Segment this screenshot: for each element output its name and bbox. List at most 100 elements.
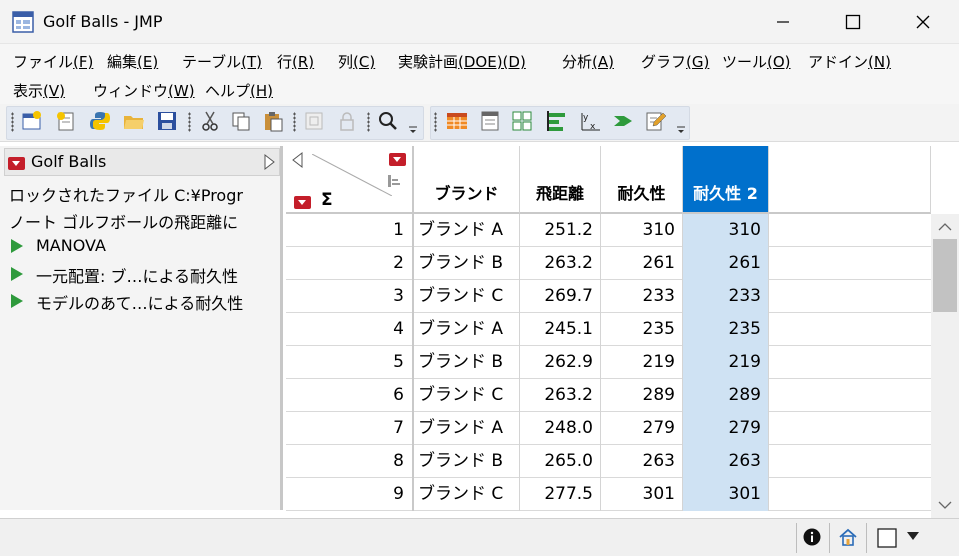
table-row[interactable]: 7 ブランド A 248.0 279 279 bbox=[286, 412, 931, 445]
cell-durability[interactable]: 261 bbox=[601, 247, 683, 280]
cell-durability-2[interactable]: 219 bbox=[683, 346, 769, 379]
open-folder-icon[interactable] bbox=[123, 110, 145, 132]
cell-durability-2[interactable]: 279 bbox=[683, 412, 769, 445]
python-icon[interactable] bbox=[89, 110, 111, 132]
cell-durability-2[interactable]: 301 bbox=[683, 478, 769, 511]
row-number[interactable]: 7 bbox=[286, 412, 414, 445]
row-number[interactable]: 8 bbox=[286, 445, 414, 478]
save-icon[interactable] bbox=[156, 110, 178, 132]
table-row[interactable]: 4 ブランド A 245.1 235 235 bbox=[286, 313, 931, 346]
cell-distance[interactable]: 251.2 bbox=[520, 214, 601, 247]
menu-window[interactable]: ウィンドウ(W) bbox=[93, 80, 195, 101]
cell-durability[interactable]: 235 bbox=[601, 313, 683, 346]
cell-durability-2[interactable]: 261 bbox=[683, 247, 769, 280]
cell-distance[interactable]: 263.2 bbox=[520, 379, 601, 412]
cell-distance[interactable]: 262.9 bbox=[520, 346, 601, 379]
column-header-empty[interactable] bbox=[769, 146, 931, 214]
cell-brand[interactable]: ブランド A bbox=[414, 412, 520, 445]
cell-brand[interactable]: ブランド A bbox=[414, 313, 520, 346]
home-icon[interactable] bbox=[838, 527, 858, 547]
menu-addin[interactable]: アドイン(N) bbox=[808, 51, 891, 72]
script-manova[interactable]: MANOVA bbox=[36, 236, 106, 255]
menu-doe[interactable]: 実験計画(DOE)(D) bbox=[398, 51, 526, 72]
table-row[interactable]: 6 ブランド C 263.2 289 289 bbox=[286, 379, 931, 412]
cell-durability-2[interactable]: 263 bbox=[683, 445, 769, 478]
formula-icon[interactable]: yx bbox=[579, 110, 601, 132]
vertical-scrollbar[interactable] bbox=[931, 214, 959, 518]
info-icon[interactable] bbox=[803, 528, 821, 546]
minimize-button[interactable] bbox=[760, 0, 806, 44]
table-row[interactable]: 3 ブランド C 269.7 233 233 bbox=[286, 280, 931, 313]
script-run-icon[interactable] bbox=[11, 267, 23, 281]
cell-distance[interactable]: 269.7 bbox=[520, 280, 601, 313]
paste-icon[interactable] bbox=[262, 110, 284, 132]
cell-brand[interactable]: ブランド C bbox=[414, 379, 520, 412]
script-run-icon[interactable] bbox=[11, 239, 23, 253]
cell-brand[interactable]: ブランド A bbox=[414, 214, 520, 247]
toolbar-grip[interactable] bbox=[11, 112, 14, 132]
column-red-triangle-icon[interactable] bbox=[389, 153, 406, 166]
menu-tools[interactable]: ツール(O) bbox=[722, 51, 791, 72]
new-script-icon[interactable] bbox=[55, 110, 77, 132]
toolbar-overflow-icon[interactable] bbox=[408, 126, 418, 134]
menu-view[interactable]: 表示(V) bbox=[13, 80, 65, 101]
table-row[interactable]: 2 ブランド B 263.2 261 261 bbox=[286, 247, 931, 280]
cell-durability-2[interactable]: 233 bbox=[683, 280, 769, 313]
menu-graph[interactable]: グラフ(G) bbox=[641, 51, 709, 72]
cell-durability[interactable]: 301 bbox=[601, 478, 683, 511]
collapse-left-icon[interactable] bbox=[292, 152, 304, 168]
cell-brand[interactable]: ブランド B bbox=[414, 247, 520, 280]
chevron-down-icon[interactable] bbox=[906, 531, 920, 541]
menu-analyze[interactable]: 分析(A) bbox=[562, 51, 614, 72]
cell-durability[interactable]: 289 bbox=[601, 379, 683, 412]
table-list-icon[interactable] bbox=[479, 110, 501, 132]
menu-edit[interactable]: 編集(E) bbox=[107, 51, 158, 72]
new-data-table-icon[interactable] bbox=[21, 110, 43, 132]
menu-cols[interactable]: 列(C) bbox=[338, 51, 375, 72]
column-header-distance[interactable]: 飛距離 bbox=[520, 146, 601, 214]
table-row[interactable]: 9 ブランド C 277.5 301 301 bbox=[286, 478, 931, 511]
grid-icon[interactable] bbox=[511, 110, 533, 132]
row-number[interactable]: 4 bbox=[286, 313, 414, 346]
cell-distance[interactable]: 245.1 bbox=[520, 313, 601, 346]
row-number[interactable]: 9 bbox=[286, 478, 414, 511]
data-table-icon[interactable] bbox=[446, 110, 468, 132]
cell-durability[interactable]: 233 bbox=[601, 280, 683, 313]
column-header-durability[interactable]: 耐久性 bbox=[601, 146, 683, 214]
script-fit-model[interactable]: モデルのあて…による耐久性 bbox=[36, 290, 243, 314]
row-number[interactable]: 2 bbox=[286, 247, 414, 280]
table-row[interactable]: 1 ブランド A 251.2 310 310 bbox=[286, 214, 931, 247]
row-number[interactable]: 3 bbox=[286, 280, 414, 313]
cell-durability[interactable]: 219 bbox=[601, 346, 683, 379]
collapse-panel-icon[interactable] bbox=[263, 154, 275, 170]
bar-align-icon[interactable] bbox=[546, 110, 568, 132]
script-oneway[interactable]: 一元配置: ブ…による耐久性 bbox=[36, 263, 238, 287]
cell-durability[interactable]: 263 bbox=[601, 445, 683, 478]
arrow-icon[interactable] bbox=[612, 110, 634, 132]
cell-durability-2[interactable]: 289 bbox=[683, 379, 769, 412]
cell-durability-2[interactable]: 310 bbox=[683, 214, 769, 247]
cell-distance[interactable]: 277.5 bbox=[520, 478, 601, 511]
cell-distance[interactable]: 265.0 bbox=[520, 445, 601, 478]
cell-durability[interactable]: 279 bbox=[601, 412, 683, 445]
toolbar-grip[interactable] bbox=[434, 112, 437, 132]
table-row[interactable]: 5 ブランド B 262.9 219 219 bbox=[286, 346, 931, 379]
scroll-up-icon[interactable] bbox=[938, 222, 952, 232]
script-run-icon[interactable] bbox=[11, 294, 23, 308]
cell-distance[interactable]: 248.0 bbox=[520, 412, 601, 445]
row-red-triangle-icon[interactable] bbox=[294, 196, 311, 209]
copy-icon[interactable] bbox=[230, 110, 252, 132]
cell-brand[interactable]: ブランド C bbox=[414, 478, 520, 511]
table-red-triangle-icon[interactable] bbox=[8, 157, 25, 170]
menu-rows[interactable]: 行(R) bbox=[277, 51, 314, 72]
search-icon[interactable] bbox=[377, 110, 399, 132]
column-filter-icon[interactable] bbox=[387, 174, 401, 188]
close-button[interactable] bbox=[900, 0, 946, 44]
cut-icon[interactable] bbox=[199, 110, 221, 132]
scroll-down-icon[interactable] bbox=[938, 500, 952, 510]
window-list-icon[interactable] bbox=[877, 528, 897, 548]
cell-distance[interactable]: 263.2 bbox=[520, 247, 601, 280]
menu-help[interactable]: ヘルプ(H) bbox=[205, 80, 273, 101]
cell-durability[interactable]: 310 bbox=[601, 214, 683, 247]
row-number[interactable]: 6 bbox=[286, 379, 414, 412]
